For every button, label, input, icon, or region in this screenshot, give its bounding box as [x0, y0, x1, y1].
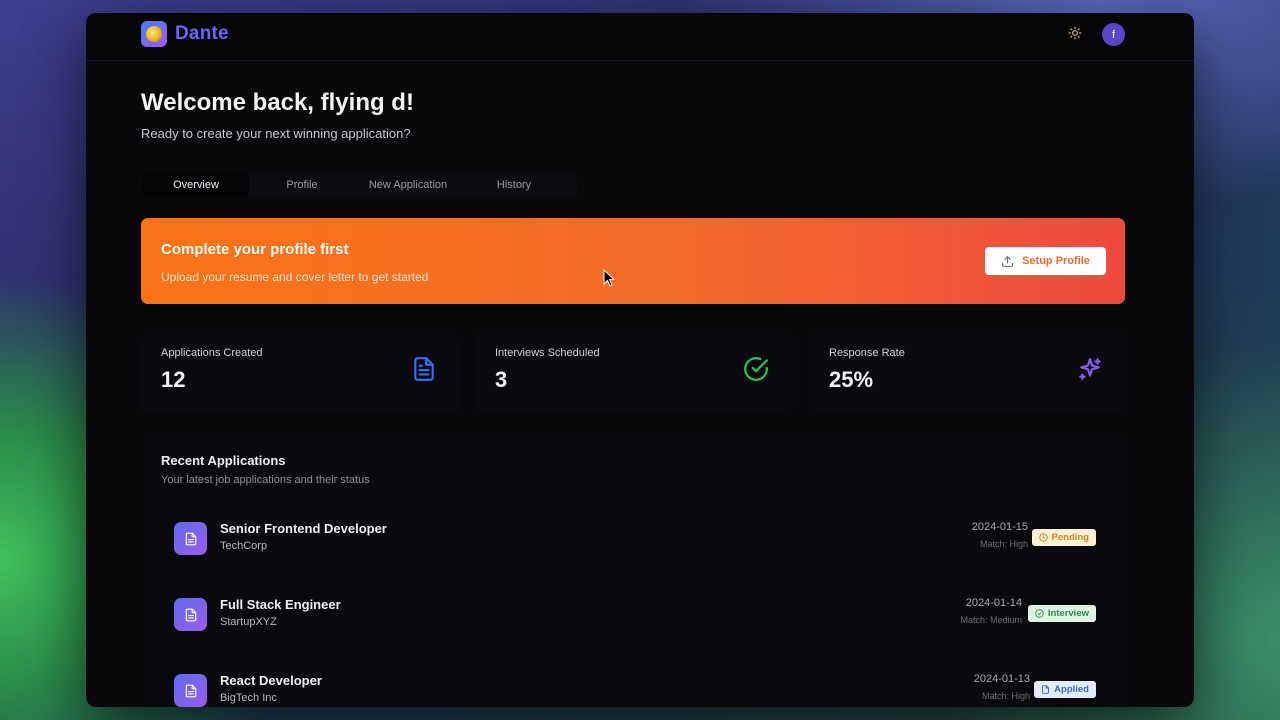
mouse-cursor-icon — [603, 269, 615, 287]
document-icon — [174, 674, 207, 707]
app-window: Dante f Welcome back, flying d! Ready to… — [86, 13, 1194, 707]
setup-profile-button[interactable]: Setup Profile — [985, 247, 1106, 275]
company-name: BigTech Inc — [220, 692, 277, 704]
company-name: TechCorp — [220, 540, 268, 552]
avatar[interactable]: f — [1102, 23, 1125, 46]
status-badge: Pending — [1031, 529, 1096, 546]
tab-history[interactable]: History — [461, 173, 567, 197]
check-circle-icon — [744, 357, 768, 381]
job-title: Full Stack Engineer — [220, 597, 341, 612]
list-item[interactable]: Senior Frontend Developer TechCorp 2024-… — [161, 513, 1111, 573]
job-title: React Developer — [220, 673, 322, 688]
company-name: StartupXYZ — [220, 616, 277, 628]
list-item[interactable]: React Developer BigTech Inc 2024-01-13 M… — [161, 665, 1111, 707]
setup-profile-label: Setup Profile — [1022, 255, 1090, 267]
stat-value: 25% — [829, 367, 874, 392]
status-badge: Interview — [1027, 605, 1096, 622]
banner-title: Complete your profile first — [161, 241, 349, 258]
application-date: 2024-01-14 — [965, 597, 1022, 609]
match-level: Match: Medium — [960, 615, 1022, 625]
clock-icon — [1038, 533, 1048, 542]
match-level: Match: High — [981, 691, 1030, 701]
top-bar: Dante f — [86, 13, 1194, 61]
logo-mark-icon — [141, 21, 167, 47]
logo[interactable]: Dante — [141, 21, 229, 47]
page-subtitle: Ready to create your next winning applic… — [141, 126, 411, 141]
application-date: 2024-01-15 — [971, 521, 1028, 533]
file-text-icon — [414, 357, 434, 381]
recent-applications-card: Recent Applications Your latest job appl… — [146, 438, 1126, 707]
stat-card-interviews: Interviews Scheduled 3 — [475, 335, 793, 411]
document-icon — [174, 522, 207, 555]
tab-bar: Overview Profile New Application History — [143, 173, 577, 197]
page-title: Welcome back, flying d! — [141, 89, 414, 116]
tab-profile[interactable]: Profile — [249, 173, 355, 197]
stat-value: 3 — [495, 367, 508, 392]
stat-label: Interviews Scheduled — [495, 347, 600, 359]
status-label: Pending — [1051, 532, 1089, 543]
brand-name: Dante — [175, 23, 229, 44]
tab-new-application[interactable]: New Application — [355, 173, 461, 197]
sun-icon[interactable] — [1065, 26, 1085, 46]
application-date: 2024-01-13 — [973, 673, 1030, 685]
recent-subtitle: Your latest job applications and their s… — [161, 474, 370, 486]
stat-label: Response Rate — [829, 347, 905, 359]
status-label: Interview — [1047, 608, 1089, 619]
stat-label: Applications Created — [161, 347, 263, 359]
status-badge: Applied — [1034, 681, 1096, 698]
check-circle-icon — [1035, 609, 1044, 618]
file-icon — [1042, 685, 1050, 694]
document-icon — [174, 598, 207, 631]
tab-overview[interactable]: Overview — [143, 173, 249, 197]
recent-title: Recent Applications — [161, 453, 286, 468]
profile-banner: Complete your profile first Upload your … — [141, 218, 1125, 304]
match-level: Match: High — [979, 539, 1028, 549]
banner-subtitle: Upload your resume and cover letter to g… — [161, 270, 429, 284]
list-item[interactable]: Full Stack Engineer StartupXYZ 2024-01-1… — [161, 589, 1111, 649]
sparkles-icon — [1079, 358, 1101, 380]
status-label: Applied — [1054, 684, 1089, 695]
stat-card-response-rate: Response Rate 25% — [809, 335, 1127, 411]
stat-card-applications: Applications Created 12 — [141, 335, 459, 411]
upload-icon — [1002, 255, 1013, 267]
job-title: Senior Frontend Developer — [220, 521, 387, 536]
stat-value: 12 — [161, 367, 186, 392]
